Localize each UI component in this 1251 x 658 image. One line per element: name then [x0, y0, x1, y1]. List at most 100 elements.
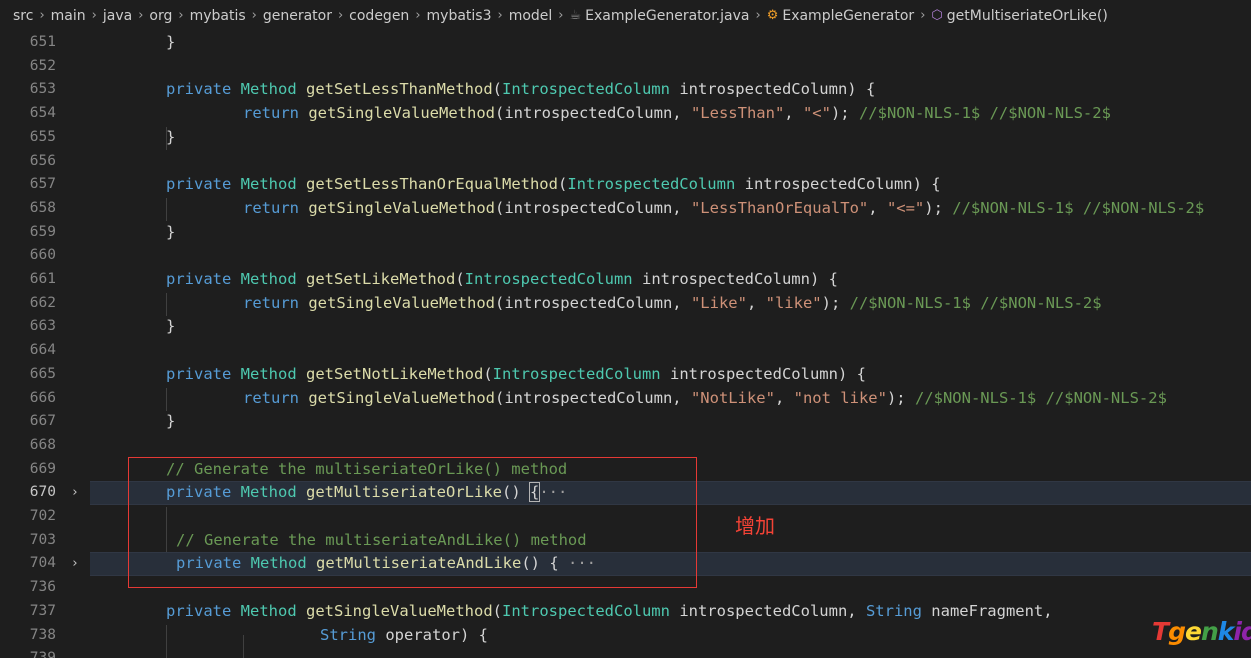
chevron-right-icon: › [337, 8, 344, 23]
code-comment: // Generate the multiseriateOrLike() met… [166, 459, 568, 478]
line-number: 658 [29, 199, 56, 216]
folded-ellipsis: ··· [568, 554, 596, 573]
code-line[interactable]: 659 } [0, 221, 1251, 245]
line-number: 669 [29, 460, 56, 477]
line-number: 667 [29, 413, 56, 430]
watermark-logo: Tgenkidu [1152, 617, 1251, 646]
line-number: 661 [29, 271, 56, 287]
code-line[interactable]: 703 // Generate the multiseriateAndLike(… [0, 529, 1251, 553]
chevron-right-icon: › [497, 8, 503, 23]
line-number: 657 [29, 176, 56, 193]
line-number: 702 [29, 508, 56, 524]
code-text: private Method getMultiseriateOrLike() {… [166, 482, 568, 503]
line-number: 668 [29, 436, 56, 453]
code-line[interactable]: 666 return getSingleValueMethod(introspe… [0, 387, 1251, 411]
code-line[interactable]: 651 } [0, 31, 1251, 55]
code-comment: // Generate the multiseriateAndLike() me… [176, 530, 587, 549]
breadcrumb-class[interactable]: ExampleGenerator [782, 8, 914, 24]
breadcrumb-mybatis[interactable]: mybatis [190, 8, 246, 24]
code-line[interactable]: 656 [0, 150, 1251, 174]
code-line[interactable]: 661 private Method getSetLikeMethod(Intr… [0, 268, 1251, 292]
code-line[interactable]: 657 private Method getSetLessThanOrEqual… [0, 173, 1251, 197]
code-text: String operator) { [320, 625, 488, 644]
chevron-right-icon: › [138, 8, 144, 23]
chevron-right-icon: › [755, 8, 761, 23]
line-number: 651 [29, 34, 56, 50]
code-text: } [166, 33, 176, 51]
code-line[interactable]: 702 [0, 505, 1251, 529]
code-text: } [166, 222, 176, 241]
breadcrumb-generator[interactable]: generator [263, 8, 332, 24]
line-number: 703 [29, 531, 56, 548]
chevron-right-icon[interactable]: › [68, 481, 82, 505]
line-number: 739 [0, 647, 56, 658]
chevron-right-icon[interactable]: › [68, 552, 82, 576]
breadcrumb-codegen[interactable]: codegen [349, 8, 409, 24]
breadcrumb-java[interactable]: java [103, 8, 132, 24]
code-line[interactable]: 669 // Generate the multiseriateOrLike()… [0, 458, 1251, 482]
code-text: private Method getMultiseriateAndLike() … [176, 554, 596, 573]
method-icon: ⬡ [931, 8, 943, 23]
code-text: private Method getSetLessThanOrEqualMeth… [166, 175, 941, 194]
chevron-right-icon: › [39, 8, 45, 23]
java-file-icon: ☕ [569, 8, 582, 23]
chevron-right-icon: › [178, 8, 184, 23]
chevron-right-icon: › [415, 8, 421, 23]
code-line[interactable]: 668 [0, 434, 1251, 458]
code-line[interactable]: 660 [0, 244, 1251, 268]
line-number: 652 [29, 57, 56, 74]
annotation-label: 增加 [735, 514, 775, 538]
code-text: return getSingleValueMethod(introspected… [243, 293, 1102, 312]
code-line[interactable]: 662 return getSingleValueMethod(introspe… [0, 292, 1251, 316]
chevron-right-icon: › [558, 8, 564, 23]
code-line[interactable]: 704 › private Method getMultiseriateAndL… [0, 552, 1251, 577]
code-text: } [166, 412, 176, 431]
code-text: return getSingleValueMethod(introspected… [243, 388, 1167, 407]
breadcrumb-model[interactable]: model [509, 8, 553, 24]
line-number: 664 [29, 342, 56, 359]
line-number: 660 [29, 247, 56, 264]
breadcrumb-method[interactable]: getMultiseriateOrLike() [947, 8, 1108, 24]
breadcrumb-main[interactable]: main [51, 8, 86, 24]
code-line[interactable]: 658 return getSingleValueMethod(introspe… [0, 197, 1251, 221]
code-line[interactable]: 739 [0, 647, 1251, 658]
chevron-right-icon: › [91, 8, 97, 23]
code-line[interactable]: 655 } [0, 126, 1251, 150]
code-line-current[interactable]: 670 › private Method getMultiseriateOrLi… [0, 481, 1251, 505]
code-line[interactable]: 737 private Method getSingleValueMethod(… [0, 600, 1251, 624]
code-text: private Method getSetLikeMethod(Introspe… [166, 270, 838, 288]
folded-ellipsis: ··· [539, 483, 568, 502]
code-line[interactable]: 663 } [0, 315, 1251, 339]
code-text: } [166, 127, 176, 146]
line-number: 736 [29, 579, 56, 596]
chevron-right-icon: › [251, 8, 257, 23]
line-number: 670 [29, 484, 56, 501]
code-text: private Method getSetLessThanMethod(Intr… [166, 80, 876, 99]
line-number: 665 [29, 365, 56, 382]
line-number: 659 [29, 223, 56, 240]
code-text: private Method getSingleValueMethod(Intr… [166, 601, 1053, 620]
chevron-right-icon: › [920, 8, 926, 23]
breadcrumb-mybatis3[interactable]: mybatis3 [427, 8, 492, 24]
code-line[interactable]: 654 return getSingleValueMethod(introspe… [0, 102, 1251, 126]
breadcrumb: src › main › java › org › mybatis › generator… [0, 0, 1251, 31]
line-number: 738 [29, 626, 56, 643]
code-line[interactable]: 653 private Method getSetLessThanMethod(… [0, 78, 1251, 102]
line-number: 663 [29, 318, 56, 335]
code-line[interactable]: 652 [0, 55, 1251, 79]
code-line[interactable]: 664 [0, 339, 1251, 363]
code-text: return getSingleValueMethod(introspected… [243, 104, 1111, 123]
line-number: 662 [29, 294, 56, 311]
breadcrumb-file[interactable]: ExampleGenerator.java [585, 8, 749, 24]
breadcrumb-src[interactable]: src [13, 8, 33, 24]
code-line[interactable]: 665 private Method getSetNotLikeMethod(I… [0, 363, 1251, 387]
breadcrumb-org[interactable]: org [149, 8, 172, 24]
code-line[interactable]: 667 } [0, 410, 1251, 434]
line-number: 654 [29, 105, 56, 122]
line-number: 655 [29, 128, 56, 145]
line-number: 704 [29, 555, 56, 572]
code-line[interactable]: 736 [0, 576, 1251, 600]
code-editor[interactable]: 651 } 652 653 private Method getSetLessT… [0, 31, 1251, 658]
line-number: 737 [29, 602, 56, 619]
code-line[interactable]: 738 String operator) { [0, 624, 1251, 648]
